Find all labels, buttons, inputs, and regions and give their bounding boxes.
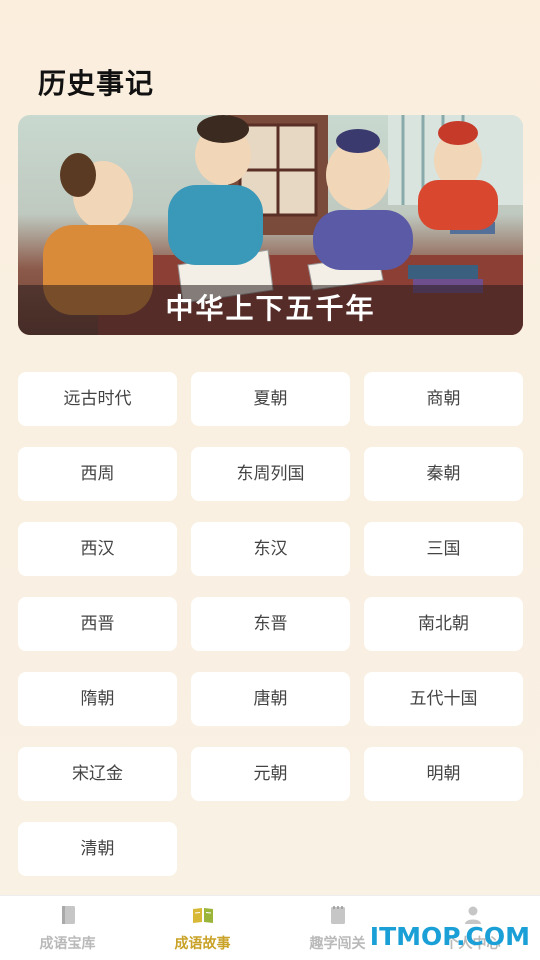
era-button[interactable]: 隋朝 xyxy=(18,672,177,726)
era-button[interactable]: 清朝 xyxy=(18,822,177,876)
era-button[interactable]: 明朝 xyxy=(364,747,523,801)
era-button[interactable]: 秦朝 xyxy=(364,447,523,501)
era-button[interactable]: 宋辽金 xyxy=(18,747,177,801)
era-grid: 远古时代 夏朝 商朝 西周 东周列国 秦朝 西汉 东汉 三国 西晋 东晋 南北朝… xyxy=(18,372,523,876)
era-button[interactable]: 夏朝 xyxy=(191,372,350,426)
era-button[interactable]: 五代十国 xyxy=(364,672,523,726)
banner[interactable]: 中华上下五千年 xyxy=(18,115,523,335)
notebook-icon xyxy=(330,906,345,924)
era-button[interactable]: 西周 xyxy=(18,447,177,501)
tab-idiom-library[interactable]: 成语宝库 xyxy=(0,896,135,960)
open-book-icon xyxy=(192,908,213,923)
era-button[interactable]: 唐朝 xyxy=(191,672,350,726)
tab-label: 成语宝库 xyxy=(39,936,96,952)
era-button[interactable]: 西汉 xyxy=(18,522,177,576)
tab-label: 成语故事 xyxy=(174,936,231,952)
era-button[interactable]: 西晋 xyxy=(18,597,177,651)
page-title: 历史事记 xyxy=(38,67,155,100)
era-button[interactable]: 东周列国 xyxy=(191,447,350,501)
banner-caption: 中华上下五千年 xyxy=(165,292,376,325)
era-button[interactable]: 元朝 xyxy=(191,747,350,801)
tab-idiom-stories[interactable]: 成语故事 xyxy=(135,896,270,960)
era-button[interactable]: 三国 xyxy=(364,522,523,576)
era-button[interactable]: 远古时代 xyxy=(18,372,177,426)
era-button[interactable]: 东晋 xyxy=(191,597,350,651)
tab-label: 趣学闯关 xyxy=(309,936,366,952)
era-button[interactable]: 商朝 xyxy=(364,372,523,426)
book-icon xyxy=(61,906,75,924)
era-button[interactable]: 东汉 xyxy=(191,522,350,576)
era-button[interactable]: 南北朝 xyxy=(364,597,523,651)
watermark: ITMOP.COM xyxy=(369,922,530,951)
